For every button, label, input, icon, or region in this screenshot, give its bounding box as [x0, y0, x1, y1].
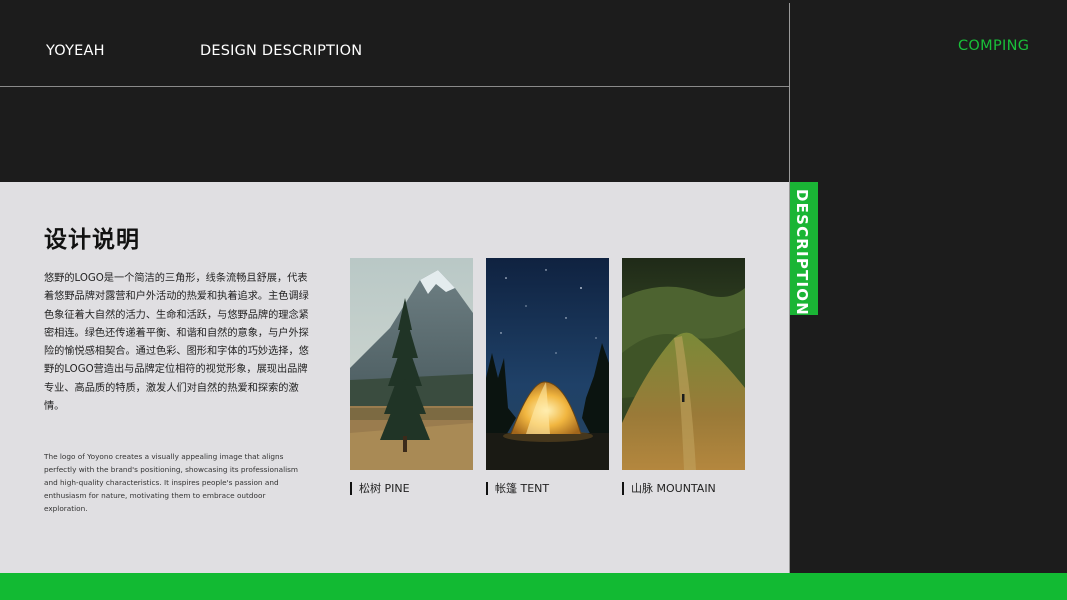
comping-label: COMPING [958, 38, 1030, 54]
header-bar: YOYEAH DESIGN DESCRIPTION [0, 0, 790, 87]
mountain-photo [622, 258, 745, 470]
brand-name: YOYEAH [46, 43, 105, 59]
caption-tent: 帐篷 TENT [486, 482, 549, 495]
caption-pine: 松树 PINE [350, 482, 410, 495]
description-tab: DESCRIPTION [790, 182, 818, 316]
description-cn: 悠野的LOGO是一个简洁的三角形，线条流畅且舒展，代表着悠野品牌对露营和户外活动… [44, 273, 309, 413]
description-tab-label: DESCRIPTION [793, 189, 811, 316]
section-title: DESIGN DESCRIPTION [200, 43, 363, 59]
pine-tree-photo [350, 258, 473, 470]
description-en: The logo of Yoyono creates a visually ap… [44, 452, 299, 513]
bottom-accent-bar [0, 573, 1067, 600]
page-title: 设计说明 [44, 227, 140, 253]
tent-photo [486, 258, 609, 470]
caption-mountain: 山脉 MOUNTAIN [622, 482, 716, 495]
